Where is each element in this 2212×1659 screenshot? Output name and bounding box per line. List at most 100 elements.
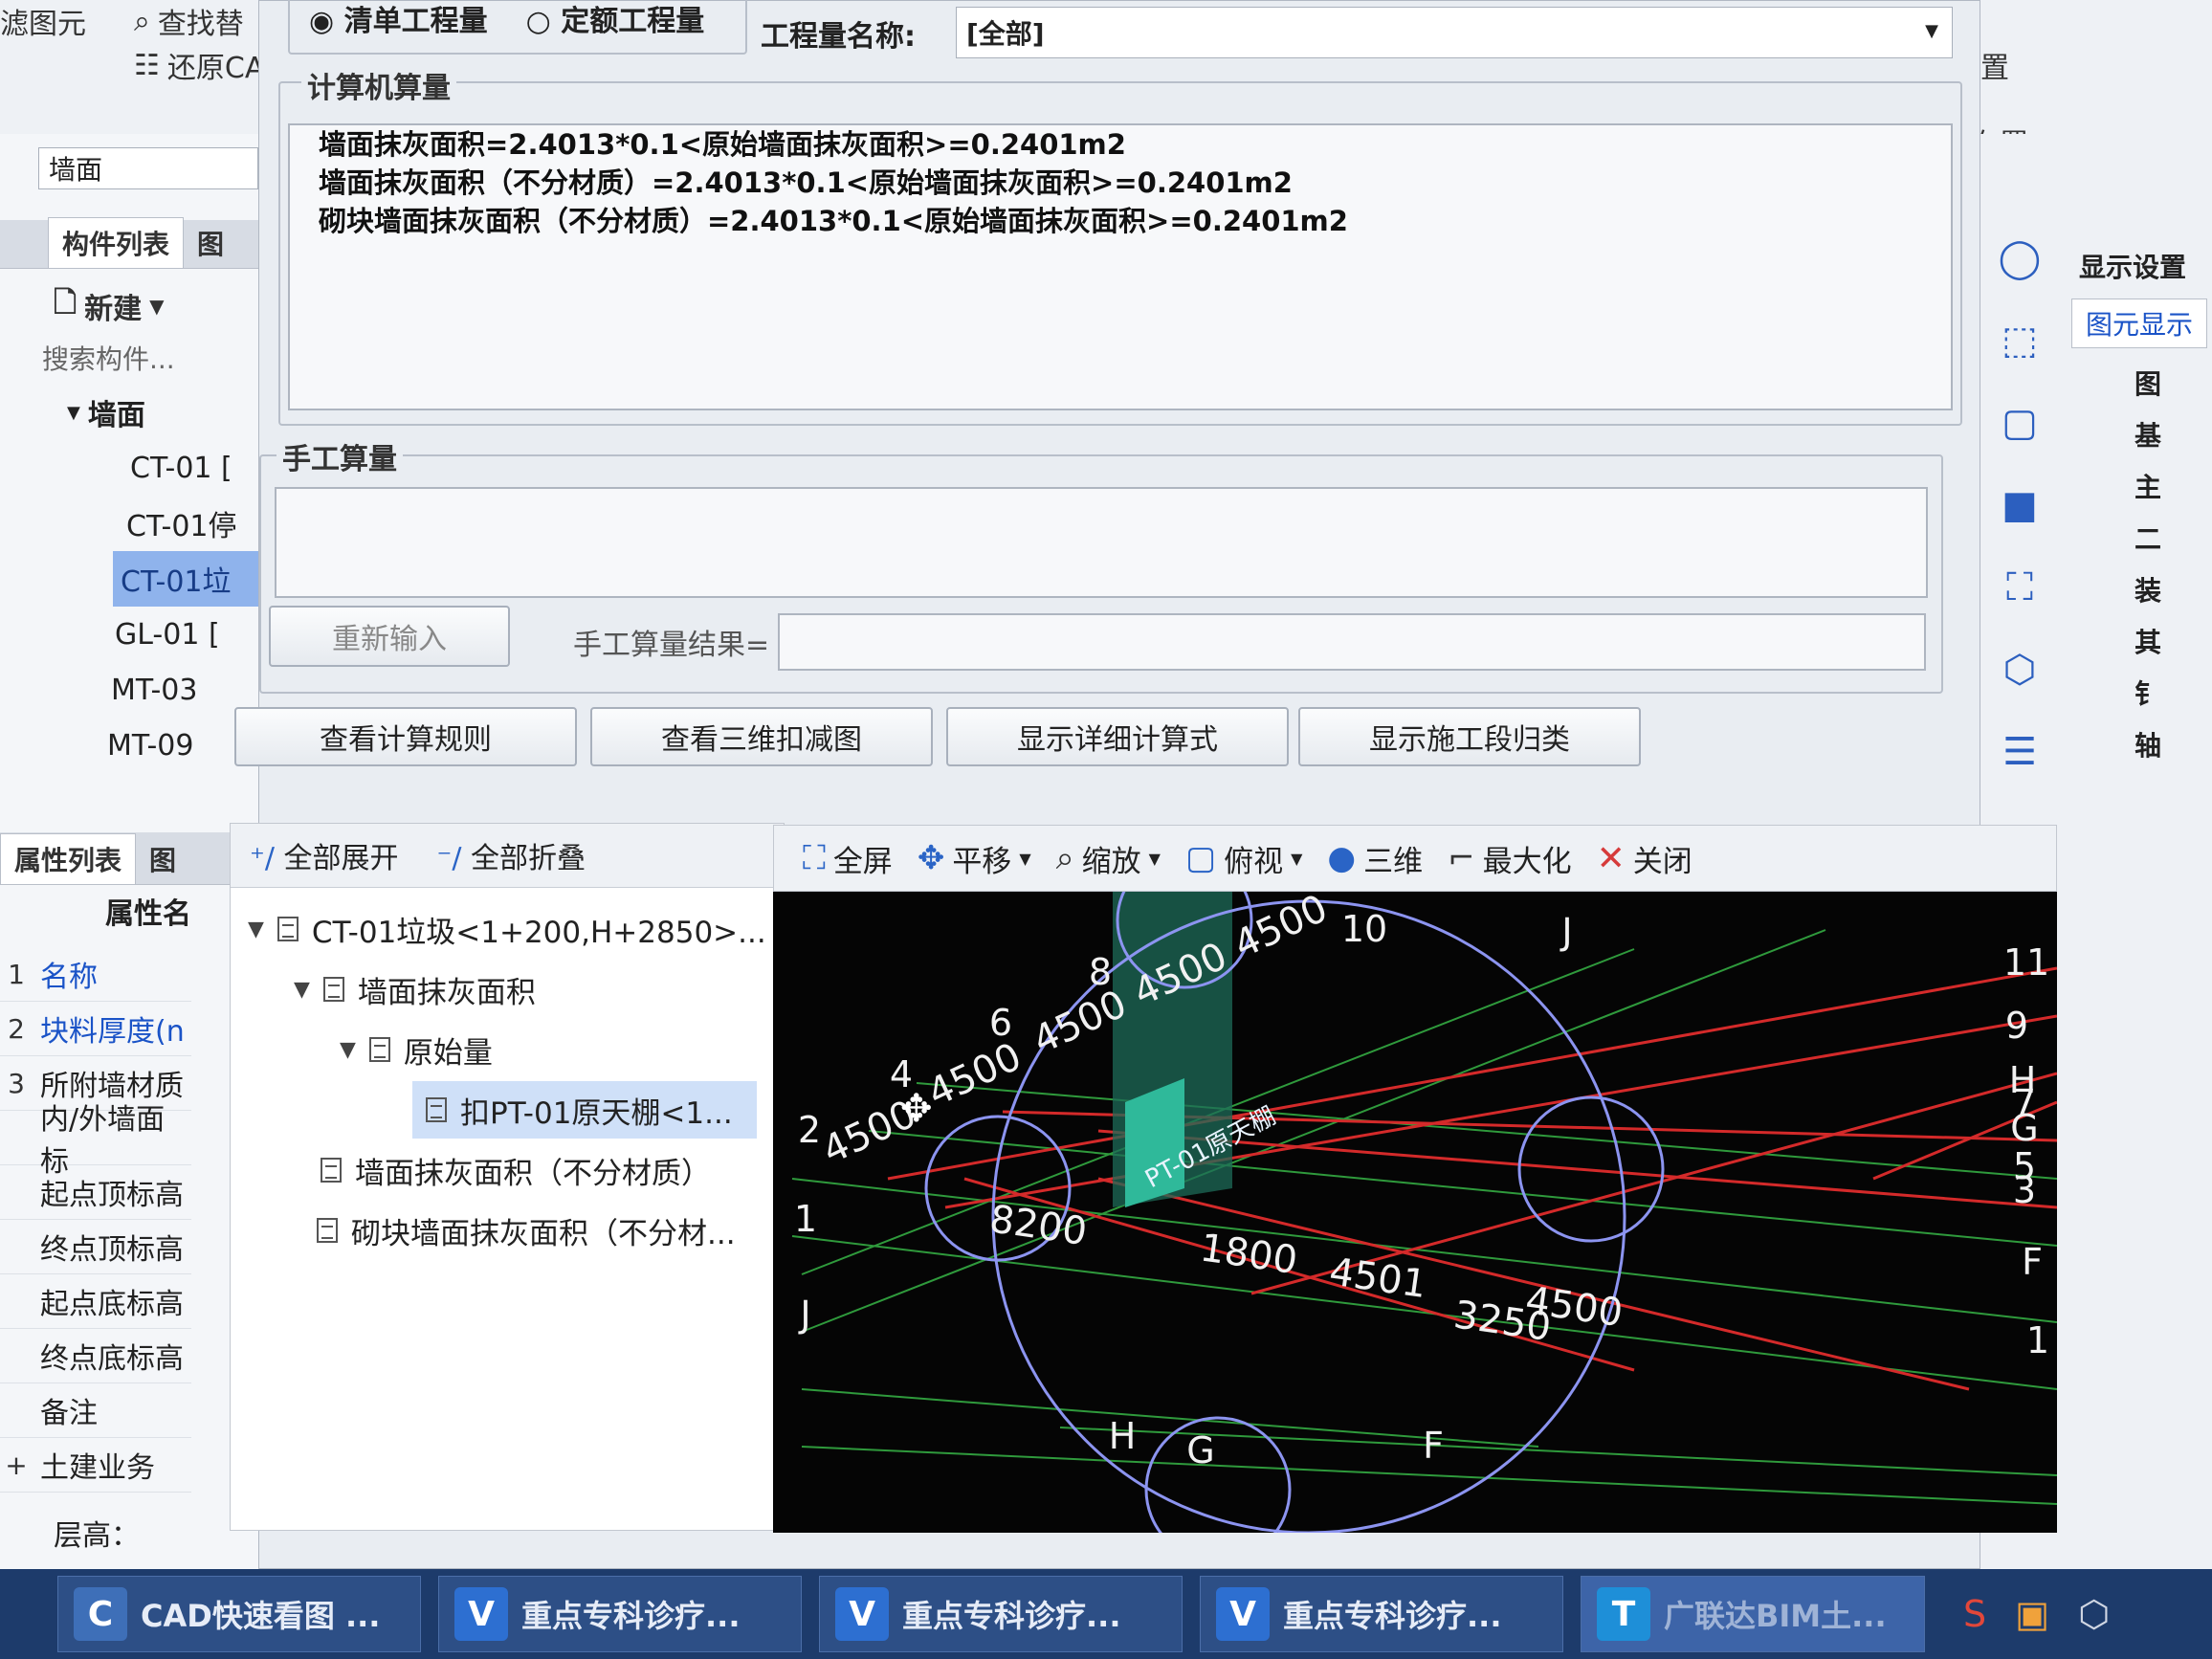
document-icon [368,1037,390,1062]
property-tabs: 属性列表 图 [0,832,258,885]
computer-calc-title: 计算机算量 [301,64,456,106]
maximize-icon: ⌐ [1448,839,1475,877]
close-viewer-button[interactable]: ✕ 关闭 [1597,837,1692,880]
folder-app-icon[interactable]: ▣ [2015,1593,2049,1635]
axis-label: 3 [2013,1169,2036,1211]
component-item[interactable]: CT-01停 [126,496,258,551]
taskbar-item-doc-1[interactable]: V 重点专科诊疗... [438,1576,802,1652]
tab-drawing[interactable]: 图 [184,218,237,268]
property-row[interactable]: 2 块料厚度(n [0,1002,191,1056]
cube-icon: ▢ [1184,839,1217,877]
property-row[interactable]: 内/外墙面标 [0,1103,191,1179]
reinput-button[interactable]: 重新输入 [269,606,510,667]
view-calc-rules-button[interactable]: 查看计算规则 [234,707,577,766]
tree-node[interactable]: 砌块墙面抹灰面积（不分材... [317,1202,736,1259]
property-row[interactable]: 起点顶标高 [0,1165,191,1220]
taskbar-item-doc-3[interactable]: V 重点专科诊疗... [1200,1576,1563,1652]
top-view-button[interactable]: ▢ 俯视 ▼ [1185,837,1302,880]
sogou-input-icon[interactable]: S [1963,1593,1986,1635]
restore-cad-button[interactable]: ☷ 还原CA [134,44,264,86]
3d-view-icon[interactable]: ⬚ [1991,312,2048,369]
list-settings-icon[interactable]: ☰ [1991,723,2048,781]
tree-node-selected[interactable]: 扣PT-01原天棚<1... [412,1081,757,1139]
property-row[interactable]: 备注 [0,1383,191,1438]
computer-calc-output[interactable]: 墙面抹灰面积=2.4013*0.1<原始墙面抹灰面积>=0.2401m2 墙面抹… [288,123,1953,410]
sphere-icon: ● [1327,839,1357,877]
pan-icon: ✥ [917,839,945,877]
dimension-label: 4500 [921,1034,1029,1116]
dimension-label: 8200 [987,1197,1090,1254]
collapse-all-button[interactable]: ⁻∕ 全部折叠 [437,834,586,876]
show-construction-section-button[interactable]: 显示施工段归类 [1298,707,1641,766]
viewer-toolbar: ⛶ 全屏 ✥ 平移 ▼ ⌕ 缩放 ▼ ▢ 俯视 ▼ ● 三维 ⌐ 最大化 ✕ 关闭 [773,825,2057,892]
component-item[interactable]: CT-01 [ [130,440,258,496]
expand-arrow-icon: ▼ [248,917,264,941]
axis-label: 11 [2003,941,2049,984]
component-tabs: 构件列表 图 [0,217,258,269]
pan-button[interactable]: ✥ 平移 ▼ [918,837,1031,880]
component-search-input[interactable]: 搜索构件... [42,335,258,381]
manual-result-input[interactable] [778,613,1926,671]
vertical-toolbar: ◯ ⬚ ▢ ■ ⛶ ⬡ ☰ [1991,230,2048,781]
tab-component-list[interactable]: 构件列表 [48,217,185,268]
quantity-type-group: ◉ 清单工程量 ○ 定额工程量 [288,0,747,55]
display-settings-title: 显示设置 [2079,252,2187,283]
chevron-down-icon: ▼ [1019,849,1031,868]
quantity-name-select[interactable]: [全部] ▼ [956,7,1953,58]
taskbar-item-cad[interactable]: C CAD快速看图 ... [57,1576,421,1652]
tree-node[interactable]: ▼ 墙面抹灰面积 [294,961,536,1018]
tab-element-display[interactable]: 图元显示 [2071,299,2207,348]
component-item-selected[interactable]: CT-01垃 [113,551,266,607]
tab-layer[interactable]: 图 [136,834,189,884]
chevron-down-icon: ▼ [149,294,165,318]
new-component-button[interactable]: 🗋 新建 ▼ [54,281,165,330]
find-replace-button[interactable]: ⌕ 查找替 [134,0,244,42]
axis-label: 7 [2013,1082,2036,1124]
cube-icon[interactable]: ▢ [1991,394,2048,452]
property-row[interactable]: 终点底标高 [0,1329,191,1383]
tree-root-wall[interactable]: ▼ 墙面 [67,385,145,440]
property-row[interactable]: 1 名称 [0,947,191,1002]
calc-line: 墙面抹灰面积（不分材质）=2.4013*0.1<原始墙面抹灰面积>=0.2401… [319,166,1293,199]
system-tray: S ▣ ⬡ [1963,1593,2110,1635]
fullscreen-button[interactable]: ⛶ 全屏 [803,837,893,880]
3d-view-button[interactable]: ● 三维 [1327,837,1423,880]
manual-calc-input[interactable] [275,487,1928,598]
viewer-canvas[interactable]: 8 10 J 11 6 9 4 H 2 G 1 5 J 3 F H G F 1 … [773,892,2057,1533]
taskbar-item-bim[interactable]: T 广联达BIM土... [1581,1576,1925,1652]
tree-node[interactable]: ▼ CT-01垃圾<1+200,H+2850>... [248,900,766,958]
component-item[interactable]: MT-03 [111,662,197,718]
wps-doc-icon: V [835,1587,889,1641]
property-row[interactable]: 终点顶标高 [0,1220,191,1274]
collapse-all-icon: ⁻∕ [436,842,462,875]
view-3d-deduction-button[interactable]: 查看三维扣减图 [590,707,933,766]
component-item[interactable]: GL-01 [ [115,607,258,662]
component-item[interactable]: MT-09 [107,718,193,773]
dimension-label: 4501 [1327,1250,1429,1307]
axis-label: H [1109,1415,1137,1457]
maximize-button[interactable]: ⌐ 最大化 [1448,837,1572,880]
orbit-icon[interactable]: ◯ [1991,230,2048,287]
property-row[interactable]: + 土建业务 [0,1438,191,1493]
tree-node[interactable]: ▼ 原始量 [340,1021,493,1078]
new-icon: 🗋 [54,286,77,320]
element-type-combo[interactable]: 墙面 [38,147,258,189]
filter-element-button[interactable]: 滤图元 [0,0,86,42]
expand-all-button[interactable]: ⁺∕ 全部展开 [250,834,399,876]
zoom-icon: ⌕ [1055,839,1074,877]
zoom-button[interactable]: ⌕ 缩放 ▼ [1056,837,1161,880]
taskbar-item-doc-2[interactable]: V 重点专科诊疗... [819,1576,1183,1652]
solid-cube-icon[interactable]: ■ [1991,476,2048,534]
show-detail-formula-button[interactable]: 显示详细计算式 [946,707,1289,766]
radio-list-quantity[interactable]: ◉ 清单工程量 [309,0,488,39]
box-icon[interactable]: ⬡ [1991,641,2048,698]
fit-view-icon[interactable]: ⛶ [1991,559,2048,616]
tree-node[interactable]: 墙面抹灰面积（不分材质） [321,1141,711,1199]
dimension-label: 4500 [1228,892,1335,967]
cube-tray-icon[interactable]: ⬡ [2078,1593,2110,1635]
model-drawing: 8 10 J 11 6 9 4 H 2 G 1 5 J 3 F H G F 1 … [791,892,2057,1533]
floor-height-label: 层高： [54,1519,140,1553]
radio-quota-quantity[interactable]: ○ 定额工程量 [526,0,705,39]
property-row[interactable]: 起点底标高 [0,1274,191,1329]
tab-property-list[interactable]: 属性列表 [0,833,137,884]
